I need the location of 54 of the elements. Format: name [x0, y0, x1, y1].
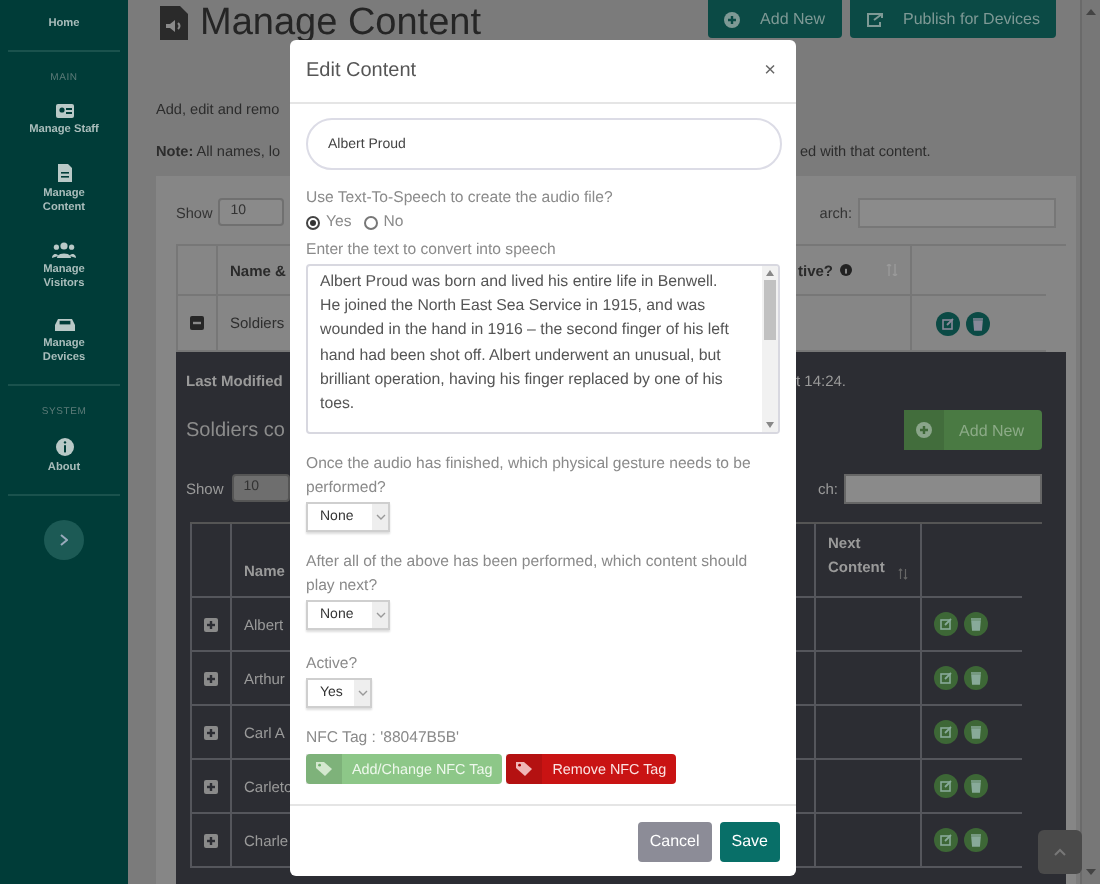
trash-icon[interactable]: [964, 828, 988, 852]
expand-toggle-icon[interactable]: [204, 725, 218, 739]
plus-circle-icon: [724, 11, 741, 27]
scrollbar[interactable]: [1080, 0, 1100, 884]
scroll-up-icon[interactable]: [766, 270, 774, 276]
edit-icon[interactable]: [934, 774, 958, 798]
tag-icon: [516, 762, 533, 776]
trash-icon[interactable]: [964, 720, 988, 744]
scroll-down-icon[interactable]: [1086, 868, 1096, 876]
page-title: Manage Content: [200, 4, 481, 42]
caret-icon: [375, 612, 385, 618]
dialog-button[interactable]: Cancel: [637, 821, 712, 861]
trash-icon[interactable]: [966, 311, 990, 335]
expand-sidebar-button[interactable]: [44, 519, 84, 560]
expand-toggle-icon[interactable]: [204, 617, 218, 631]
audio-file-icon: [160, 6, 188, 40]
radio-button[interactable]: [306, 215, 320, 229]
info-icon: [55, 437, 73, 456]
caret-icon: [375, 514, 385, 520]
edit-icon[interactable]: [934, 612, 958, 636]
header-button[interactable]: Publish for Devices: [849, 0, 1056, 38]
edit-icon[interactable]: [934, 720, 958, 744]
scrollbar[interactable]: [762, 266, 778, 432]
scroll-up-icon[interactable]: [1086, 8, 1096, 16]
search-field[interactable]: [844, 473, 1042, 503]
expand-toggle-icon[interactable]: [204, 779, 218, 793]
plus-circle-icon: [915, 422, 932, 438]
header-button[interactable]: Add New: [708, 0, 842, 38]
edit-icon[interactable]: [934, 666, 958, 690]
chevron-up-icon: [1054, 848, 1066, 856]
expand-toggle-icon[interactable]: [190, 316, 204, 330]
edit-icon[interactable]: [936, 311, 960, 335]
trash-icon[interactable]: [964, 774, 988, 798]
help-icon: [839, 264, 852, 276]
expand-toggle-icon[interactable]: [204, 671, 218, 685]
tag-icon: [316, 762, 332, 776]
sort-icon[interactable]: [898, 568, 908, 580]
trash-icon[interactable]: [964, 612, 988, 636]
dialog-title: Edit Content: [306, 60, 417, 82]
edit-icon[interactable]: [934, 828, 958, 852]
close-button[interactable]: ×: [760, 60, 780, 82]
trash-icon[interactable]: [964, 666, 988, 690]
dialog-button[interactable]: Save: [719, 821, 780, 861]
users-icon: [52, 241, 76, 258]
id-card-icon: [55, 103, 73, 118]
chevron-right-icon: [60, 533, 68, 546]
caret-icon: [357, 690, 367, 696]
share-icon: [865, 11, 884, 27]
section-title: Soldiers co: [186, 419, 287, 441]
car-icon: [53, 317, 75, 332]
scroll-down-icon[interactable]: [766, 422, 774, 428]
file-icon: [57, 163, 71, 182]
radio-button[interactable]: [363, 215, 378, 229]
expand-toggle-icon[interactable]: [204, 833, 218, 847]
